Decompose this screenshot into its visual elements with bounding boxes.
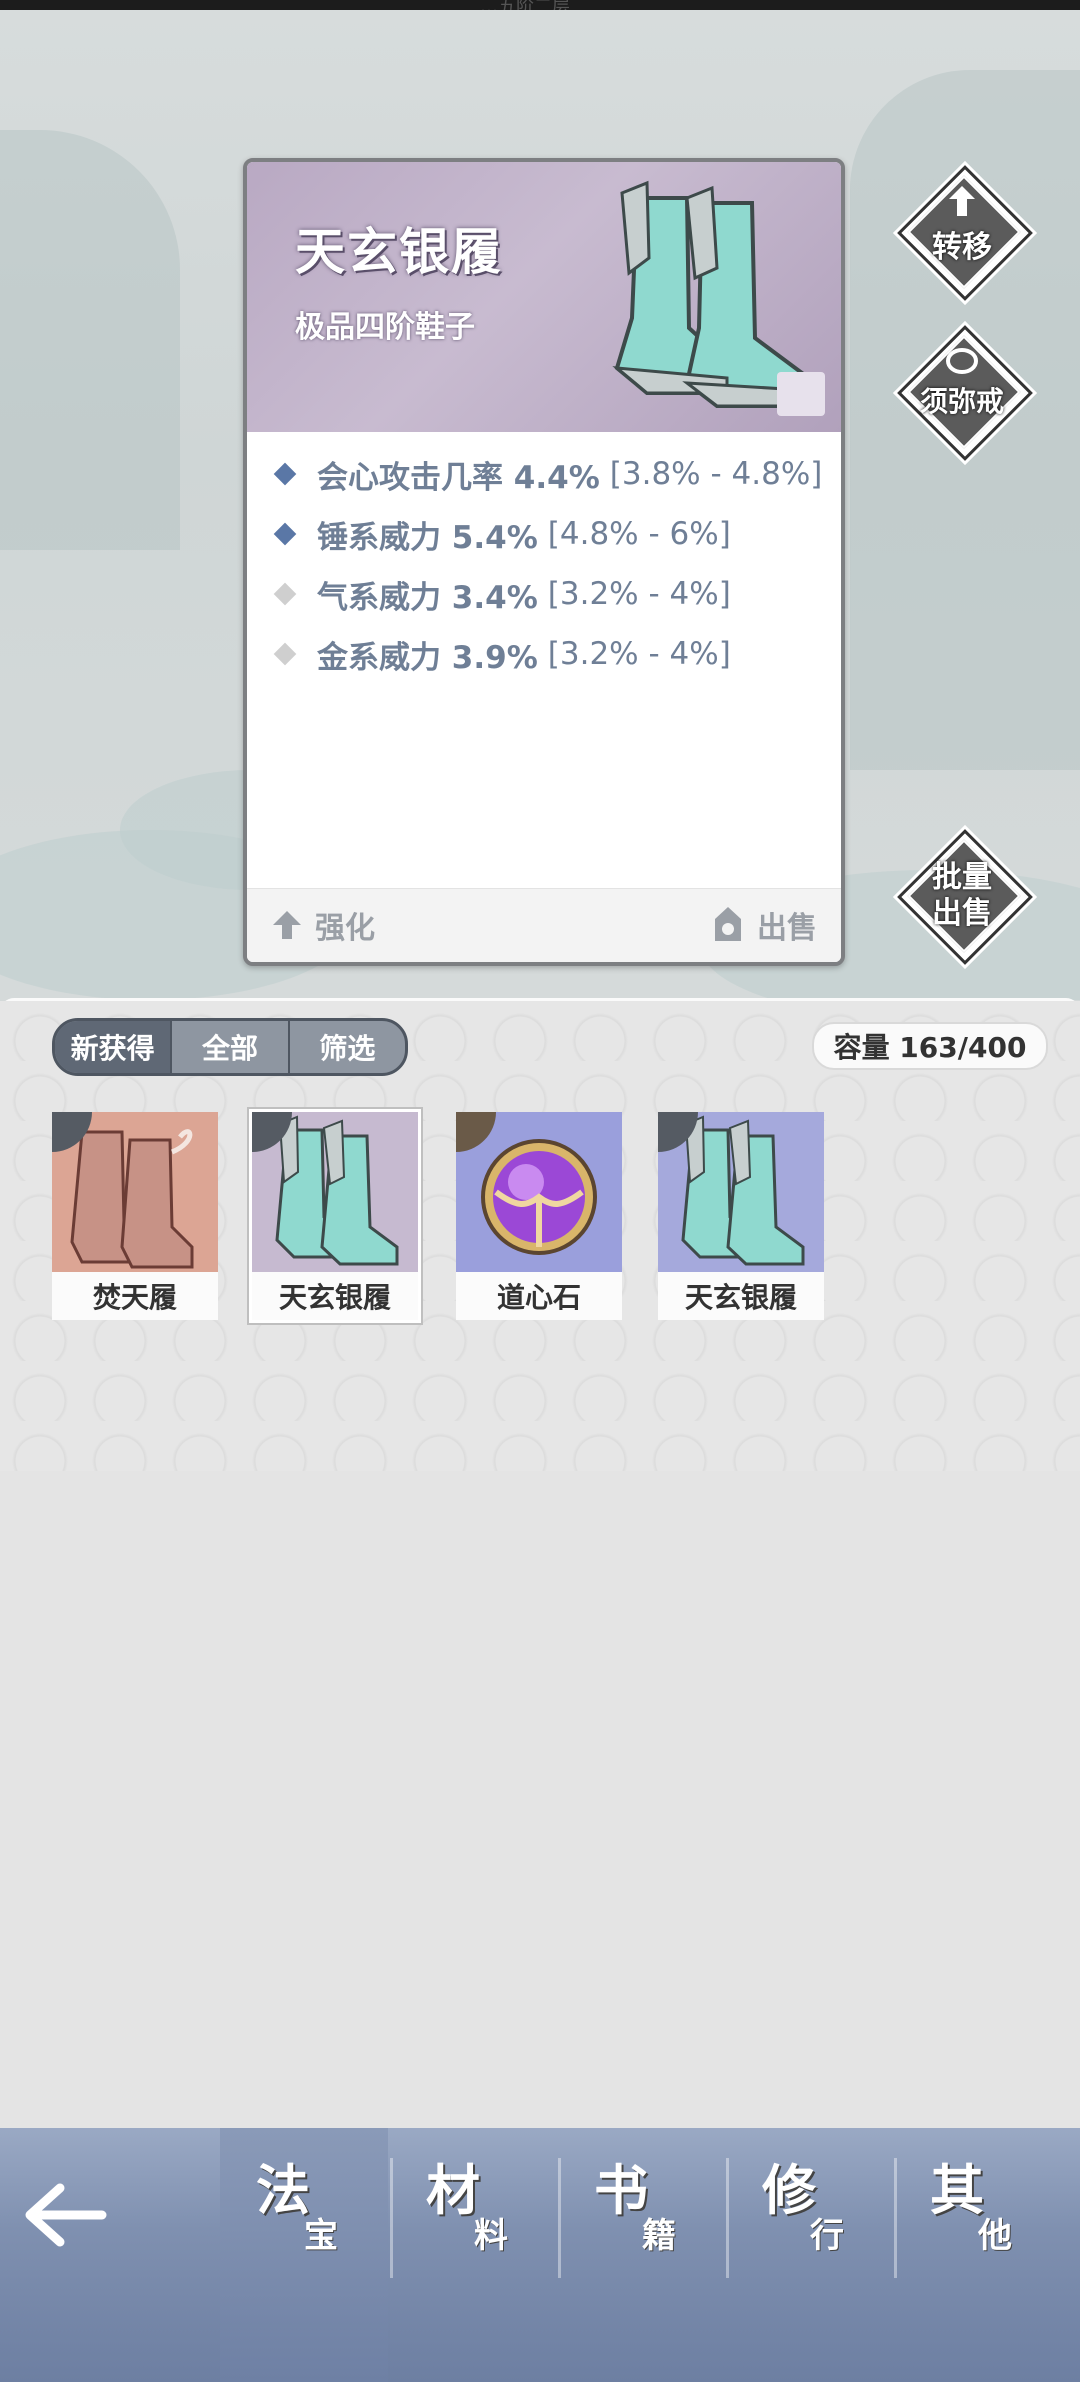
diamond-bullet-icon bbox=[273, 462, 297, 486]
item-detail-card: 天玄银履 极品四阶鞋子 会心攻击几率 4.4% [3.8% - 4.8%] 锤系… bbox=[243, 158, 845, 966]
tab-char-small: 料 bbox=[474, 2216, 508, 2256]
stat-label: 金系威力 3.9% bbox=[317, 639, 538, 676]
tab-filter[interactable]: 筛选 bbox=[290, 1021, 405, 1073]
diamond-bullet-icon bbox=[273, 582, 297, 606]
stat-row: 气系威力 3.4% [3.2% - 4%] bbox=[269, 564, 822, 624]
transfer-label: 转移 bbox=[932, 230, 992, 265]
storage-ring-button[interactable]: 须弥戒 bbox=[897, 325, 1033, 461]
sell-button[interactable]: 出售 bbox=[711, 903, 817, 947]
item-name: 天玄银履 bbox=[252, 1272, 418, 1320]
tab-char-big: 法 bbox=[256, 2159, 310, 2222]
item-name: 道心石 bbox=[456, 1272, 622, 1320]
inventory-item-selected[interactable]: 天玄银履 bbox=[252, 1112, 418, 1320]
stat-range: [4.8% - 6%] bbox=[547, 516, 731, 552]
tab-cultivation[interactable]: 修 行 bbox=[726, 2128, 894, 2382]
back-button[interactable] bbox=[20, 2180, 110, 2250]
stat-range: [3.2% - 4%] bbox=[547, 636, 731, 672]
item-art bbox=[252, 1112, 418, 1272]
transfer-button[interactable]: 转移 bbox=[897, 165, 1033, 301]
upgrade-button[interactable]: 强化 bbox=[271, 903, 375, 947]
tab-char-big: 材 bbox=[426, 2159, 480, 2222]
inventory-item[interactable]: 道心石 bbox=[456, 1112, 622, 1320]
stat-label: 会心攻击几率 4.4% bbox=[317, 459, 600, 496]
sell-label: 出售 bbox=[757, 911, 817, 946]
card-header: 天玄银履 极品四阶鞋子 bbox=[247, 162, 841, 432]
stat-row: 会心攻击几率 4.4% [3.8% - 4.8%] bbox=[269, 444, 822, 504]
tab-char-big: 其 bbox=[930, 2159, 984, 2222]
stat-range: [3.8% - 4.8%] bbox=[609, 456, 823, 492]
item-art bbox=[456, 1112, 622, 1272]
tab-char-small: 籍 bbox=[642, 2216, 676, 2256]
storage-ring-label: 须弥戒 bbox=[919, 385, 1004, 418]
tab-books[interactable]: 书 籍 bbox=[558, 2128, 726, 2382]
tab-other[interactable]: 其 他 bbox=[894, 2128, 1062, 2382]
stat-row: 锤系威力 5.4% [4.8% - 6%] bbox=[269, 504, 822, 564]
item-title: 天玄银履 bbox=[295, 223, 503, 281]
tab-char-big: 修 bbox=[762, 2159, 816, 2222]
arrow-up-icon bbox=[273, 911, 301, 939]
bottom-nav: 法 宝 材 料 书 籍 修 行 其 他 bbox=[0, 2128, 1080, 2382]
lock-icon[interactable] bbox=[777, 372, 825, 416]
ring-icon bbox=[946, 348, 978, 374]
tab-treasure[interactable]: 法 宝 bbox=[220, 2128, 388, 2382]
back-arrow-icon bbox=[25, 2183, 107, 2247]
batch-sell-label-2: 出售 bbox=[932, 896, 992, 931]
diamond-bullet-icon bbox=[273, 642, 297, 666]
stat-row: 金系威力 3.9% [3.2% - 4%] bbox=[269, 624, 822, 684]
card-footer: 强化 出售 bbox=[247, 888, 841, 962]
capacity-badge: 容量 163/400 bbox=[812, 1022, 1048, 1070]
item-name: 焚天履 bbox=[52, 1272, 218, 1320]
tab-char-small: 宝 bbox=[304, 2216, 338, 2256]
diamond-bullet-icon bbox=[273, 522, 297, 546]
batch-sell-button[interactable]: 批量 出售 bbox=[897, 829, 1033, 965]
tab-char-big: 书 bbox=[594, 2159, 648, 2222]
tab-char-small: 他 bbox=[978, 2216, 1012, 2256]
tab-char-small: 行 bbox=[810, 2216, 844, 2256]
filter-tabs: 新获得 全部 筛选 bbox=[52, 1018, 408, 1076]
stat-range: [3.2% - 4%] bbox=[547, 576, 731, 612]
stats-list: 会心攻击几率 4.4% [3.8% - 4.8%] 锤系威力 5.4% [4.8… bbox=[269, 444, 822, 684]
transfer-up-icon bbox=[949, 186, 975, 216]
upgrade-label: 强化 bbox=[315, 911, 375, 946]
item-name: 天玄银履 bbox=[658, 1272, 824, 1320]
item-art bbox=[658, 1112, 824, 1272]
stat-label: 锤系威力 5.4% bbox=[317, 519, 538, 556]
sell-bag-icon bbox=[715, 907, 741, 941]
stat-label: 气系威力 3.4% bbox=[317, 579, 538, 616]
inventory-item[interactable]: 天玄银履 bbox=[658, 1112, 824, 1320]
tab-all[interactable]: 全部 bbox=[172, 1021, 290, 1073]
tab-new[interactable]: 新获得 bbox=[55, 1021, 173, 1073]
tab-materials[interactable]: 材 料 bbox=[390, 2128, 558, 2382]
item-art bbox=[52, 1112, 218, 1272]
item-subtitle: 极品四阶鞋子 bbox=[295, 310, 475, 345]
inventory-item[interactable]: 焚天履 bbox=[52, 1112, 218, 1320]
